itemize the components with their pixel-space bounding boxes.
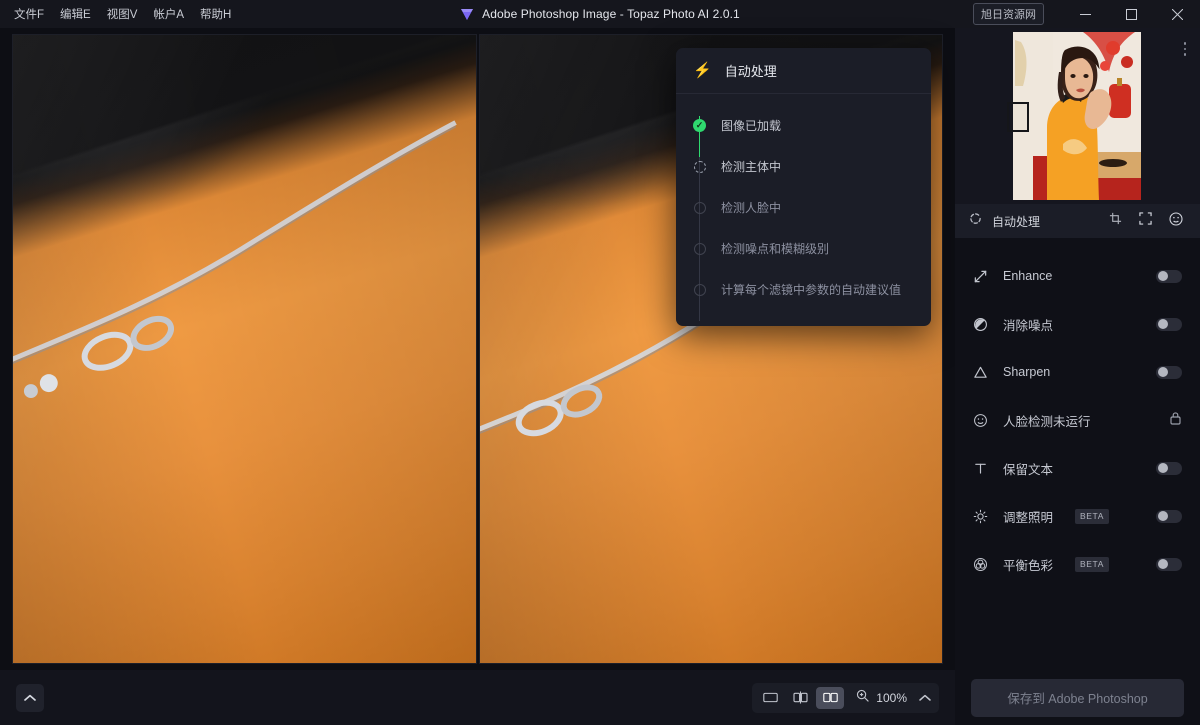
denoise-icon: [971, 317, 989, 332]
face-icon: [971, 413, 989, 428]
auto-process-bar-icons: [1109, 211, 1183, 231]
filter-row-enhance[interactable]: Enhance: [955, 252, 1200, 300]
filter-row-face-recovery[interactable]: 人脸检测未运行: [955, 396, 1200, 444]
auto-step-computing-params: 计算每个滤镜中参数的自动建议值: [676, 269, 931, 310]
view-mode-split[interactable]: [786, 687, 814, 709]
filter-label: 保留文本: [1003, 462, 1054, 477]
remove-noise-toggle[interactable]: [1156, 317, 1182, 331]
chevron-up-icon: [919, 694, 931, 701]
filter-label: Enhance: [1003, 269, 1053, 283]
text-icon: [971, 461, 989, 476]
beta-badge: BETA: [1075, 556, 1109, 572]
refresh-spinner-icon: [969, 212, 982, 230]
auto-step-detecting-noise: 检测噪点和模糊级别: [676, 228, 931, 269]
beta-badge: BETA: [1075, 508, 1109, 524]
enhance-toggle[interactable]: [1156, 269, 1182, 283]
close-button[interactable]: [1154, 0, 1200, 28]
save-area: 保存到 Adobe Photoshop: [955, 670, 1200, 725]
sharpen-toggle[interactable]: [1156, 365, 1182, 379]
thumbnail-image: [1013, 32, 1141, 200]
zoom-level-value: 100%: [876, 690, 907, 705]
filter-label: 消除噪点: [1003, 318, 1054, 333]
filter-row-sharpen[interactable]: Sharpen: [955, 348, 1200, 396]
auto-process-popup: ⚡ 自动处理 ✓ 图像已加载 检测主体中 检测人脸中 检测噪点和模糊级别 计算每…: [676, 48, 931, 326]
pending-circle-icon: [693, 283, 706, 296]
enhance-icon: [971, 269, 989, 284]
more-options-icon[interactable]: [1183, 42, 1186, 56]
color-balance-icon: [971, 557, 989, 572]
auto-step-label: 计算每个滤镜中参数的自动建议值: [721, 283, 902, 297]
face-icon[interactable]: [1169, 211, 1183, 231]
menu-edit[interactable]: 编辑E: [52, 2, 99, 26]
view-mode-side-by-side[interactable]: [816, 686, 845, 709]
auto-step-label: 检测噪点和模糊级别: [721, 242, 830, 256]
step-connector-pending: [698, 157, 700, 321]
view-mode-single[interactable]: [756, 687, 784, 709]
maximize-button[interactable]: [1108, 0, 1154, 28]
auto-step-detecting-subject: 检测主体中: [676, 146, 931, 187]
auto-process-steps: ✓ 图像已加载 检测主体中 检测人脸中 检测噪点和模糊级别 计算每个滤镜中参数的…: [676, 94, 931, 326]
adjust-lighting-toggle[interactable]: [1156, 509, 1182, 523]
menu-file[interactable]: 文件F: [6, 2, 52, 26]
auto-step-label: 检测主体中: [721, 160, 782, 174]
navigator-panel[interactable]: [955, 28, 1200, 204]
single-pane-icon: [763, 692, 778, 703]
side-by-side-icon: [823, 692, 838, 703]
sharpen-icon: [971, 365, 989, 380]
menu-account[interactable]: 帐户A: [145, 2, 192, 26]
fit-screen-icon[interactable]: [1139, 212, 1152, 230]
gem-icon: [460, 8, 474, 21]
window-controls: 旭日资源网: [973, 0, 1200, 28]
preserve-text-toggle[interactable]: [1156, 461, 1182, 475]
filter-label: 人脸检测未运行: [1003, 414, 1091, 429]
zoom-control[interactable]: 100%: [846, 689, 913, 707]
collapse-panel-button[interactable]: [16, 683, 44, 712]
filter-row-adjust-lighting[interactable]: 调整照明 BETA: [955, 492, 1200, 540]
topaz-photo-ai-window: 文件F 编辑E 视图V 帐户A 帮助H Adobe Photoshop Imag…: [0, 0, 1200, 725]
filter-row-remove-noise[interactable]: 消除噪点: [955, 300, 1200, 348]
necklace-detail: [13, 120, 457, 399]
chevron-up-icon: [24, 694, 36, 701]
window-title: Adobe Photoshop Image - Topaz Photo AI 2…: [482, 7, 740, 21]
split-pane-icon: [793, 691, 808, 704]
watermark-badge[interactable]: 旭日资源网: [973, 3, 1044, 25]
auto-process-header: ⚡ 自动处理: [676, 48, 931, 94]
navigator-viewport-rect[interactable]: [1007, 102, 1029, 132]
auto-step-label: 图像已加载: [721, 119, 782, 133]
auto-process-bar[interactable]: 自动处理: [955, 204, 1200, 238]
pending-circle-icon: [693, 201, 706, 214]
zoom-dropdown-button[interactable]: [915, 689, 935, 707]
menu-view[interactable]: 视图V: [99, 2, 146, 26]
view-mode-group: 100%: [752, 682, 939, 713]
original-image-pane[interactable]: [12, 34, 477, 664]
lock-icon[interactable]: [1169, 411, 1182, 430]
filter-row-balance-color[interactable]: 平衡色彩 BETA: [955, 540, 1200, 588]
filter-row-preserve-text[interactable]: 保留文本: [955, 444, 1200, 492]
filter-list: Enhance 消除噪点 Sharpen 人脸检测未运行 保留文本 调整照明 B…: [955, 238, 1200, 588]
menu-help[interactable]: 帮助H: [192, 2, 239, 26]
filter-label: 平衡色彩: [1003, 558, 1054, 573]
spinner-icon: [693, 160, 706, 173]
right-panel: 自动处理 Enhance 消除噪点 Sharpen 人脸检测未运行 保留文本 调…: [955, 28, 1200, 670]
sun-icon: [971, 509, 989, 524]
crop-icon[interactable]: [1109, 212, 1122, 230]
filter-label: Sharpen: [1003, 365, 1051, 379]
menu-bar: 文件F 编辑E 视图V 帐户A 帮助H: [0, 2, 239, 26]
pending-circle-icon: [693, 242, 706, 255]
auto-step-image-loaded: ✓ 图像已加载: [676, 105, 931, 146]
check-circle-icon: ✓: [693, 119, 706, 132]
bottom-toolbar: 100%: [0, 670, 955, 725]
auto-process-bar-label: 自动处理: [992, 214, 1041, 229]
auto-process-title: 自动处理: [724, 64, 777, 79]
filter-label: 调整照明: [1003, 510, 1054, 525]
magnifier-icon: [856, 689, 869, 707]
title-bar: 文件F 编辑E 视图V 帐户A 帮助H Adobe Photoshop Imag…: [0, 0, 1200, 28]
lightning-bolt-icon: ⚡: [693, 62, 712, 79]
navigator-thumbnail[interactable]: [1013, 32, 1141, 200]
auto-step-detecting-faces: 检测人脸中: [676, 187, 931, 228]
save-to-photoshop-button[interactable]: 保存到 Adobe Photoshop: [971, 678, 1184, 717]
auto-step-label: 检测人脸中: [721, 201, 782, 215]
balance-color-toggle[interactable]: [1156, 557, 1182, 571]
minimize-button[interactable]: [1062, 0, 1108, 28]
